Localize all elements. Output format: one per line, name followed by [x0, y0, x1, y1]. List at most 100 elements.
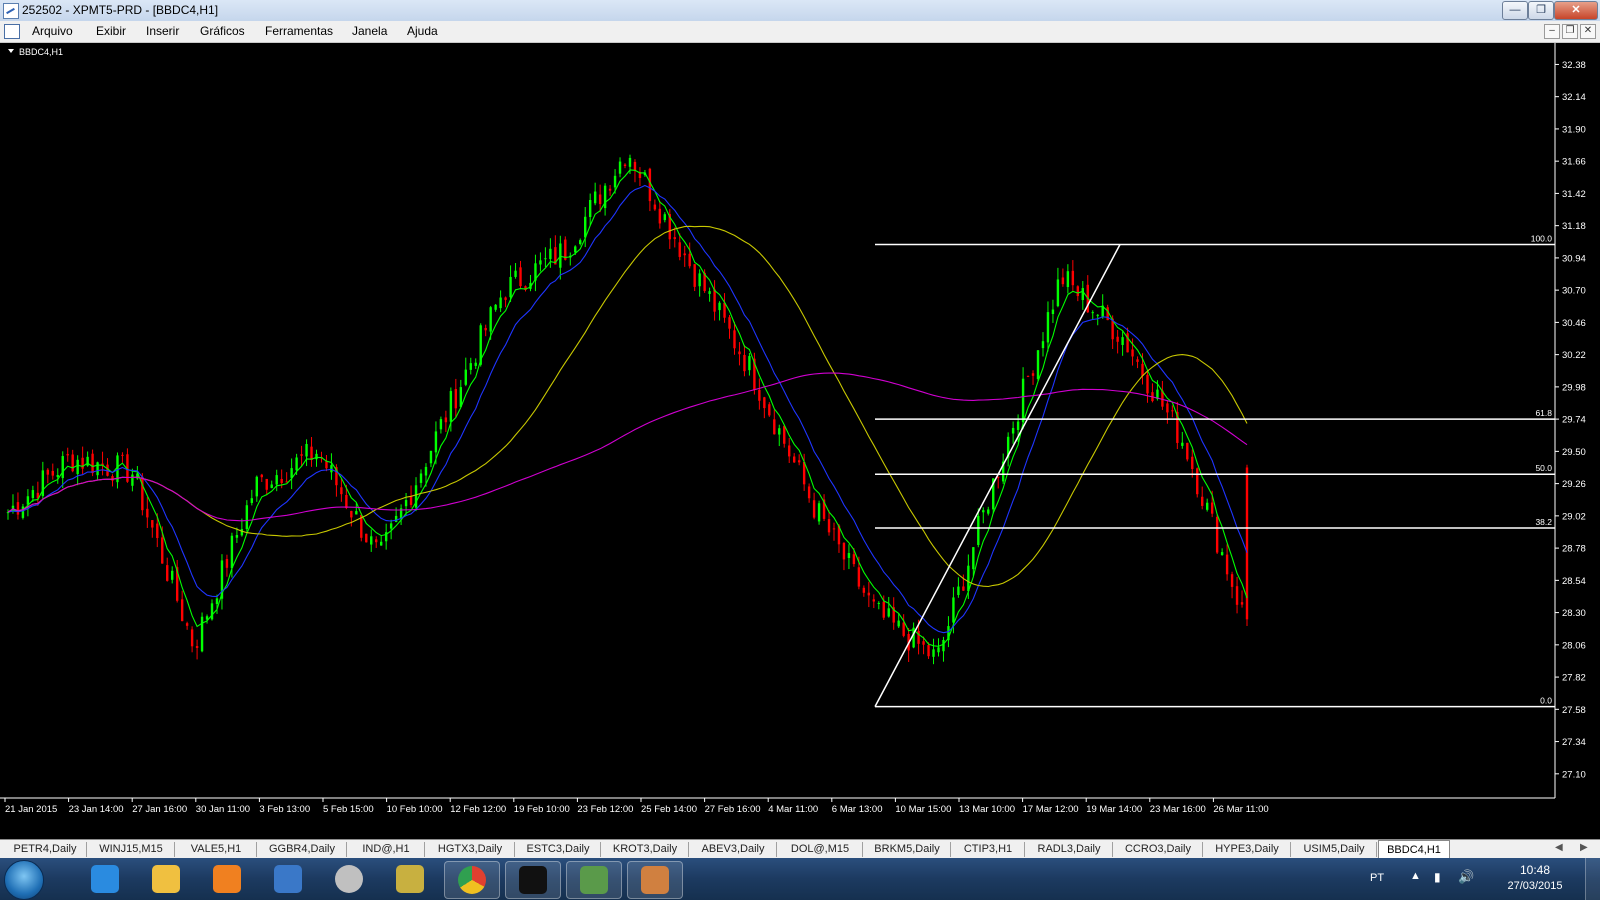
time-tick-label: 4 Mar 11:00 — [768, 804, 818, 815]
candle-body — [778, 428, 781, 435]
candle-body — [559, 243, 562, 268]
clock-time[interactable]: 10:48 — [1500, 863, 1570, 877]
window-title: 252502 - XPMT5-PRD - [BBDC4,H1] — [22, 3, 219, 17]
candle-body — [310, 446, 313, 460]
ma-yellow-line — [7, 225, 1248, 588]
chrome-taskbar-button[interactable] — [444, 861, 500, 899]
candle-body — [91, 453, 94, 474]
package-taskbar-button[interactable] — [383, 861, 437, 897]
hp-taskbar-button[interactable] — [322, 861, 376, 897]
candle-body — [21, 506, 25, 518]
candle-body — [275, 475, 278, 485]
price-tick-label: 31.66 — [1562, 157, 1586, 168]
candle-body — [1091, 312, 1094, 314]
candle-body — [439, 419, 443, 430]
candle-body — [71, 454, 74, 472]
chart-tab-estc3-daily[interactable]: ESTC3,Daily — [516, 842, 601, 857]
remote-desktop-taskbar-button[interactable] — [261, 861, 315, 897]
menu-exibir[interactable]: Exibir — [96, 24, 126, 38]
menu-graficos[interactable]: Gráficos — [200, 24, 245, 38]
chart-tab-brkm5-daily[interactable]: BRKM5,Daily — [864, 842, 951, 857]
clock-date[interactable]: 27/03/2015 — [1500, 880, 1570, 892]
candle-body — [618, 161, 622, 174]
media-player-taskbar-button[interactable] — [200, 861, 254, 897]
minimize-button[interactable]: — — [1502, 1, 1528, 20]
chart-tab-ggbr4-daily[interactable]: GGBR4,Daily — [258, 842, 347, 857]
candle-body — [225, 559, 229, 568]
menu-janela[interactable]: Janela — [352, 24, 387, 38]
menu-inserir[interactable]: Inserir — [146, 24, 179, 38]
chart-tab-usim5-daily[interactable]: USIM5,Daily — [1292, 842, 1377, 857]
mdi-restore-button[interactable]: ❐ — [1562, 24, 1578, 39]
document-icon[interactable] — [4, 24, 20, 39]
chart-tab-bbdc4-h1[interactable]: BBDC4,H1 — [1378, 840, 1450, 859]
candle-body — [588, 200, 592, 218]
candle-body — [255, 476, 258, 497]
price-tick-label: 29.98 — [1562, 382, 1586, 393]
candle-body — [151, 520, 154, 528]
chart-tab-ccro3-daily[interactable]: CCRO3,Daily — [1114, 842, 1203, 857]
candle-body — [290, 468, 293, 478]
candle-body — [743, 354, 746, 372]
candle-body — [1051, 309, 1055, 315]
candle-body — [792, 456, 796, 463]
candle-body — [379, 541, 383, 546]
candle-body — [1121, 337, 1124, 345]
menu-ajuda[interactable]: Ajuda — [407, 24, 438, 38]
chart-window[interactable]: 100.0 61.8 50.0 38.2 0.0 BBDC4,H1 32.38 32.14 3… — [0, 43, 1600, 839]
volume-icon[interactable]: 🔊 — [1458, 869, 1474, 885]
chart-tab-hgtx3-daily[interactable]: HGTX3,Daily — [426, 842, 515, 857]
language-indicator[interactable]: PT — [1370, 872, 1384, 884]
candle-body — [1046, 312, 1050, 343]
mdi-close-button[interactable]: ✕ — [1580, 24, 1596, 39]
time-tick-label: 27 Jan 16:00 — [132, 804, 187, 815]
start-button[interactable] — [4, 860, 44, 900]
system-tray: PT ▲ ▮ 🔊 10:48 27/03/2015 — [1370, 858, 1600, 900]
candle-body — [265, 478, 268, 490]
chart-tab-ctip3-h1[interactable]: CTIP3,H1 — [952, 842, 1025, 857]
chart-tab-vale5-h1[interactable]: VALE5,H1 — [176, 842, 257, 857]
time-tick-label: 25 Feb 14:00 — [641, 804, 697, 815]
candle-body — [748, 356, 751, 371]
candle-body — [56, 475, 59, 477]
maximize-button[interactable]: ❐ — [1528, 1, 1554, 20]
candle-body — [46, 469, 50, 475]
chart-tab-radl3-daily[interactable]: RADL3,Daily — [1026, 842, 1113, 857]
menu-arquivo[interactable]: Arquivo — [32, 24, 73, 38]
menu-ferramentas[interactable]: Ferramentas — [265, 24, 333, 38]
price-tick-label: 30.22 — [1562, 350, 1586, 361]
chart-tab-hype3-daily[interactable]: HYPE3,Daily — [1204, 842, 1291, 857]
chart-tab-petr4-daily[interactable]: PETR4,Daily — [4, 842, 87, 857]
xp-taskbar-button[interactable] — [505, 861, 561, 899]
chart-tab-ind-h1[interactable]: IND@,H1 — [348, 842, 425, 857]
metatrader-taskbar-button[interactable] — [566, 861, 622, 899]
price-tick-label: 28.30 — [1562, 608, 1586, 619]
candle-body — [195, 646, 199, 649]
chart-menu-icon — [8, 49, 14, 53]
chart-tab-winj15-m15[interactable]: WINJ15,M15 — [88, 842, 175, 857]
candle-body — [723, 302, 726, 318]
candle-body — [862, 587, 866, 593]
signal-icon[interactable]: ▮ — [1434, 870, 1441, 884]
folder-taskbar-button[interactable] — [139, 861, 193, 897]
candle-body — [409, 496, 413, 505]
candle-body — [1240, 602, 1244, 605]
chart-tab-dol-m15[interactable]: DOL@,M15 — [778, 842, 863, 857]
close-button[interactable]: ✕ — [1554, 1, 1598, 20]
tab-scroll-left-icon[interactable]: ◀ — [1555, 842, 1563, 853]
chart-tab-krot3-daily[interactable]: KROT3,Daily — [602, 842, 689, 857]
tray-expand-icon[interactable]: ▲ — [1410, 870, 1421, 882]
mdi-minimize-button[interactable]: – — [1544, 24, 1560, 39]
price-chart[interactable]: 100.0 61.8 50.0 38.2 0.0 BBDC4,H1 32.38 32.14 3… — [0, 43, 1600, 839]
candle-body — [146, 508, 149, 518]
candle-body — [245, 505, 249, 530]
show-desktop-button[interactable] — [1585, 858, 1600, 900]
time-tick-label: 10 Mar 15:00 — [895, 804, 951, 815]
internet-explorer-taskbar-button[interactable] — [78, 861, 132, 897]
candle-body — [738, 351, 741, 355]
time-tick-label: 3 Feb 13:00 — [259, 804, 310, 815]
candle-body — [788, 445, 791, 457]
paint-taskbar-button[interactable] — [627, 861, 683, 899]
chart-tab-abev3-daily[interactable]: ABEV3,Daily — [690, 842, 777, 857]
tab-scroll-right-icon[interactable]: ▶ — [1580, 842, 1588, 853]
